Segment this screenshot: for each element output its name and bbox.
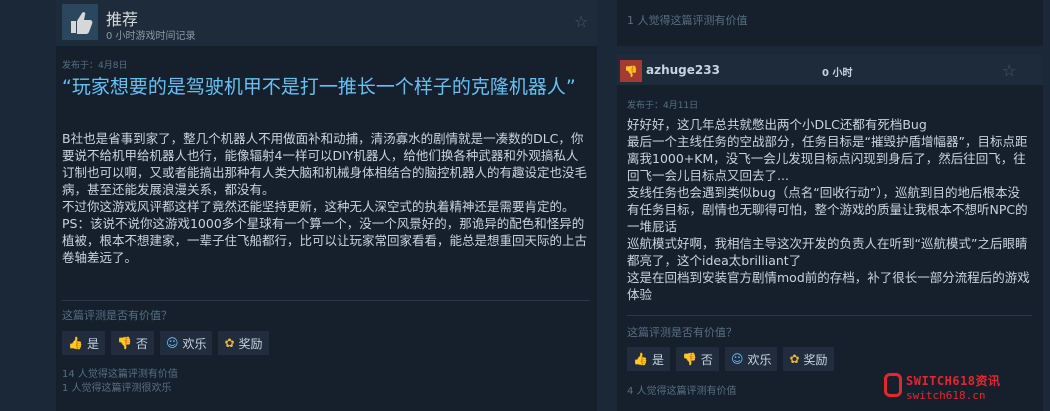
review-header: 👎 azhuge233 0 小时 — [617, 55, 1043, 85]
review-header: 推荐 0 小时游戏时间记录 — [56, 0, 597, 46]
review-title: “玩家想要的是驾驶机甲不是打一推长一个样子的克隆机器人” — [62, 76, 576, 98]
switch-logo-icon — [884, 373, 902, 397]
review-body: B社也是省事到家了，整几个机器人不用做面补和动捕，清汤寡水的剧情就是一凑数的DL… — [62, 131, 588, 265]
vote-funny-button[interactable]: ☺ 欢乐 — [724, 347, 778, 371]
star-icon[interactable]: ☆ — [574, 12, 588, 31]
vote-yes-label: 是 — [86, 336, 99, 351]
hours-played: 0 小时游戏时间记录 — [106, 31, 196, 42]
review-body: 好好好，这几年总共就憋出两个小DLC还都有死档Bug 最后一个主线任务的空战部分… — [627, 117, 1030, 302]
thumbs-up-icon: 👍 — [633, 352, 648, 366]
vote-buttons: 👍 是 👎 否 ☺ 欢乐 ✿ 奖励 — [627, 347, 834, 371]
funny-count: 1 人觉得这篇评测很欢乐 — [62, 383, 172, 394]
vote-buttons: 👍 是 👎 否 ☺ 欢乐 ✿ 奖励 — [62, 331, 269, 355]
vote-funny-label: 欢乐 — [747, 352, 772, 367]
vote-no-button[interactable]: 👎 否 — [675, 347, 719, 371]
thumbs-down-icon: 👎 — [620, 60, 642, 82]
helpful-question: 这篇评测是否有价值？ — [627, 326, 737, 339]
smile-icon: ☺ — [730, 352, 744, 366]
helpful-count: 1 人觉得这篇评测有价值 — [627, 14, 748, 27]
watermark-url: switch618.cn — [906, 389, 986, 402]
award-label: 奖励 — [803, 352, 828, 367]
award-icon: ✿ — [789, 352, 800, 366]
award-icon: ✿ — [224, 336, 235, 350]
review-card-left: 推荐 0 小时游戏时间记录 ☆ 发布于：4月8日 “玩家想要的是驾驶机甲不是打一… — [56, 0, 597, 411]
review-card-right: 👎 azhuge233 0 小时 ☆ 发布于：4月11日 好好好，这几年总共就憋… — [617, 55, 1043, 411]
posted-date: 发布于：4月11日 — [627, 101, 699, 111]
smile-icon: ☺ — [165, 336, 179, 350]
vote-no-button[interactable]: 👎 否 — [110, 331, 154, 355]
vote-funny-button[interactable]: ☺ 欢乐 — [159, 331, 213, 355]
vote-yes-label: 是 — [651, 352, 664, 367]
posted-date: 发布于：4月8日 — [62, 61, 128, 71]
award-label: 奖励 — [238, 336, 263, 351]
award-button[interactable]: ✿ 奖励 — [218, 331, 269, 355]
helpful-count: 4 人觉得这篇评测有价值 — [627, 386, 737, 397]
vote-yes-button[interactable]: 👍 是 — [627, 347, 670, 371]
award-button[interactable]: ✿ 奖励 — [783, 347, 834, 371]
star-icon[interactable]: ☆ — [1002, 61, 1016, 80]
thumbs-up-icon — [62, 4, 98, 40]
vote-funny-label: 欢乐 — [182, 336, 207, 351]
thumbs-down-icon: 👎 — [681, 352, 697, 366]
helpful-count: 14 人觉得这篇评测有价值 — [62, 369, 178, 380]
thumbs-down-icon: 👎 — [116, 336, 132, 350]
helpful-question: 这篇评测是否有价值？ — [62, 309, 172, 322]
divider — [627, 315, 1032, 316]
vote-no-label: 否 — [135, 336, 148, 351]
vote-yes-button[interactable]: 👍 是 — [62, 331, 105, 355]
watermark-brand: SWITCH618资讯 — [906, 374, 1001, 388]
divider — [62, 300, 590, 301]
vote-no-label: 否 — [700, 352, 713, 367]
username[interactable]: azhuge233 — [646, 63, 720, 77]
previous-review-footer: 1 人觉得这篇评测有价值 — [617, 0, 1043, 46]
thumbs-up-icon: 👍 — [68, 336, 83, 350]
hours-played: 0 小时 — [822, 68, 853, 79]
watermark: SWITCH618资讯 switch618.cn — [884, 367, 1050, 411]
